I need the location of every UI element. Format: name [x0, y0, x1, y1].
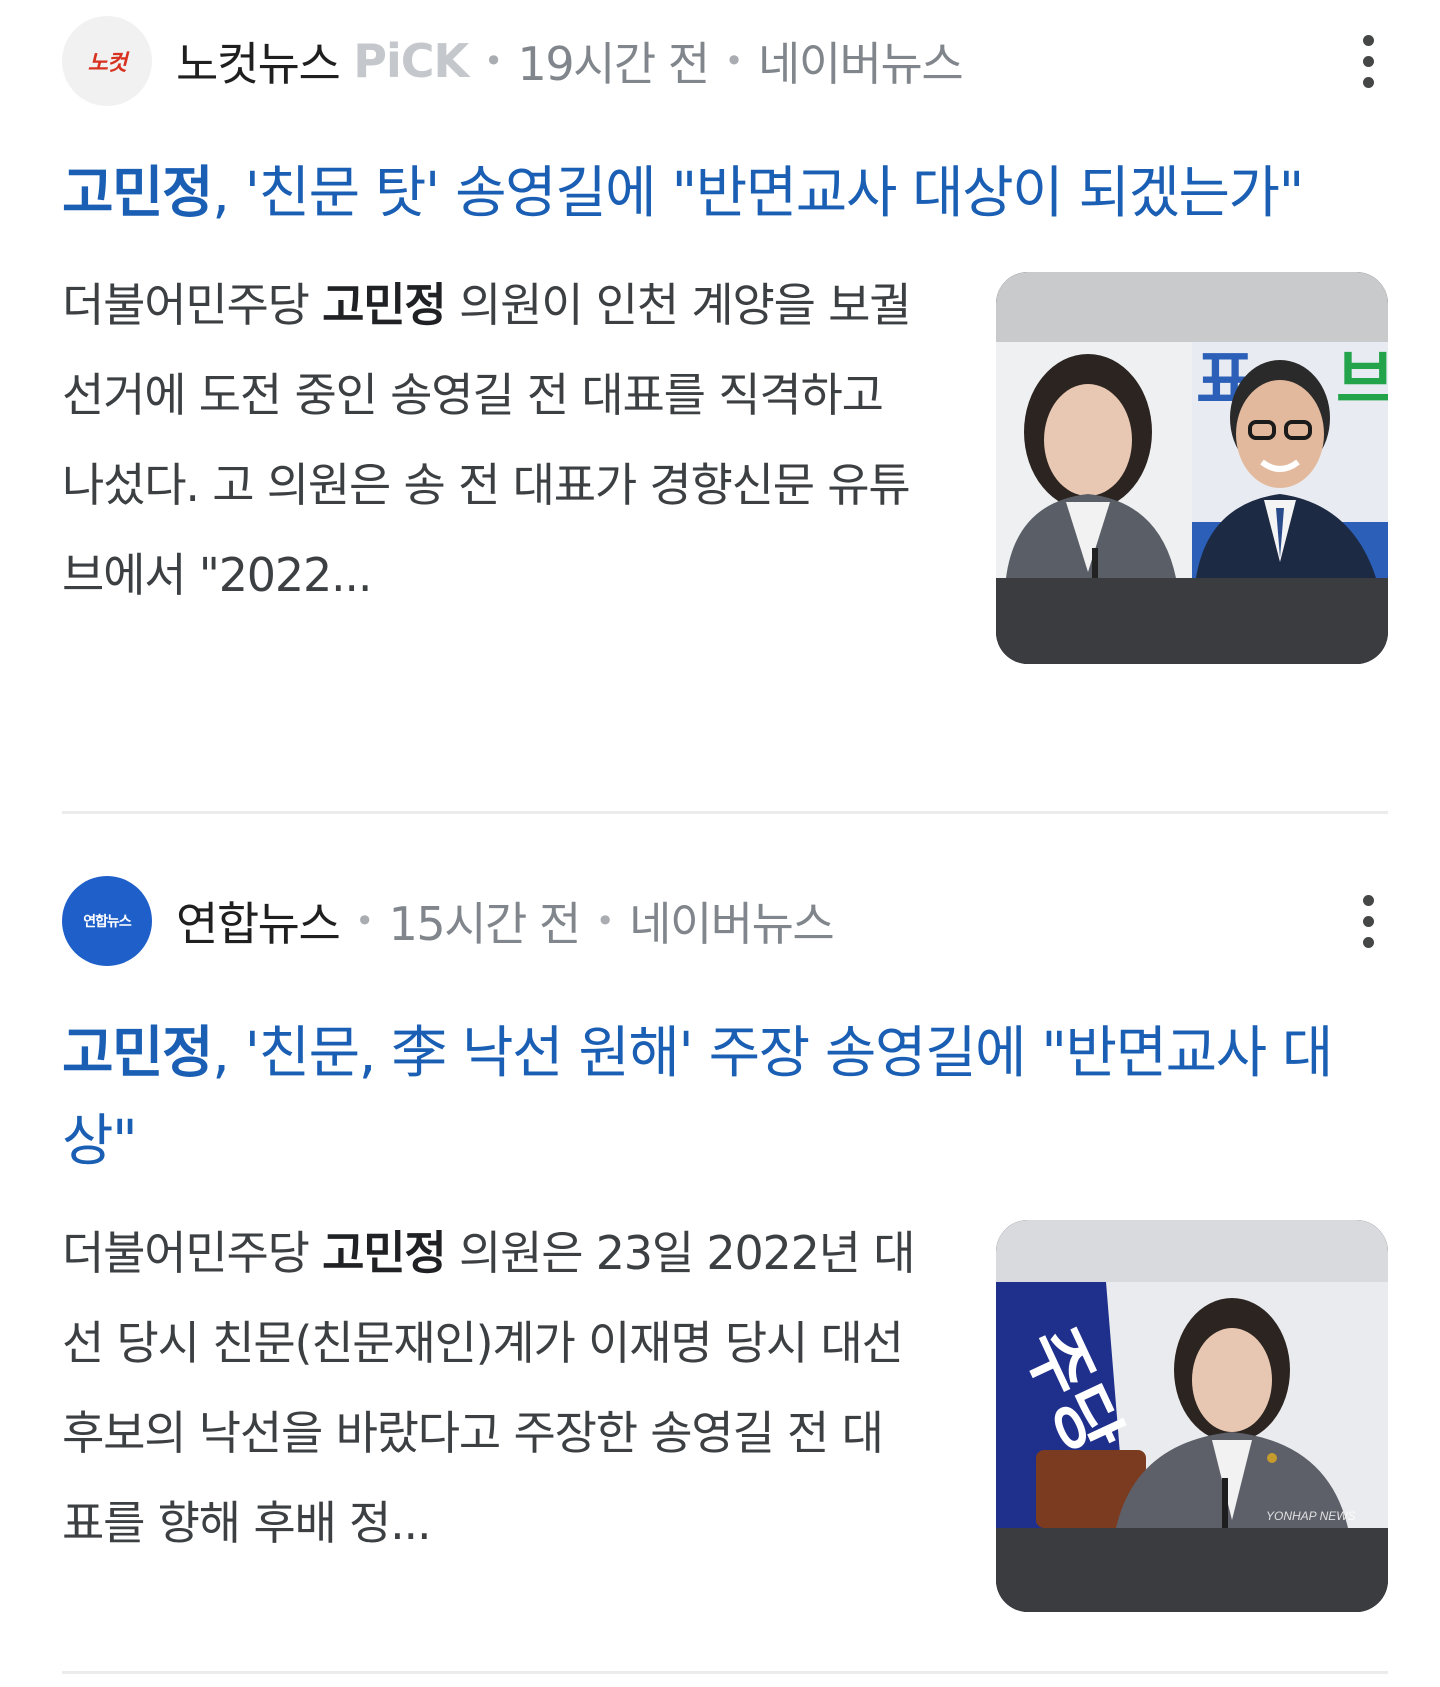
- article-divider: [62, 811, 1388, 814]
- platform-link[interactable]: 네이버뉴스: [758, 28, 964, 94]
- source-logo-text: 노컷: [87, 51, 127, 76]
- more-dot-icon: [1362, 894, 1374, 906]
- article-body: 더불어민주당 고민정 의원이 인천 계양을 보궐선거에 도전 중인 송영길 전 …: [62, 272, 1388, 664]
- more-dot-icon: [1362, 936, 1374, 948]
- article-thumbnail[interactable]: 주당 YONHAP NEWS: [996, 1220, 1388, 1612]
- more-options-button[interactable]: [1348, 21, 1388, 101]
- thumbnail-image: 표 브: [996, 272, 1388, 664]
- platform-link[interactable]: 네이버뉴스: [629, 888, 835, 954]
- source-row: 노컷 노컷뉴스 PiCK • 19시간 전 • 네이버뉴스: [62, 12, 1388, 110]
- source-logo-text: 연합뉴스: [83, 914, 132, 930]
- source-logo[interactable]: 노컷: [62, 16, 152, 106]
- separator-dot: •: [355, 902, 374, 940]
- article-snippet: 더불어민주당 고민정 의원이 인천 계양을 보궐선거에 도전 중인 송영길 전 …: [62, 260, 922, 620]
- published-time: 19시간 전: [517, 37, 711, 91]
- headline-keyword: 고민정: [62, 1021, 214, 1086]
- news-card[interactable]: 노컷 노컷뉴스 PiCK • 19시간 전 • 네이버뉴스 고민정, '친문 탓…: [62, 12, 1388, 664]
- separator-dot: •: [595, 902, 615, 940]
- source-name[interactable]: 노컷뉴스: [176, 28, 341, 94]
- snippet-keyword: 고민정: [322, 1226, 447, 1280]
- source-meta: 노컷뉴스 PiCK • 19시간 전 • 네이버뉴스: [176, 28, 964, 94]
- source-name[interactable]: 연합뉴스: [176, 888, 341, 954]
- news-card[interactable]: 연합뉴스 연합뉴스 • 15시간 전 • 네이버뉴스 고민정, '친문, 李 낙…: [62, 872, 1388, 1612]
- snippet-text: 더불어민주당: [62, 278, 323, 332]
- article-body: 더불어민주당 고민정 의원은 23일 2022년 대선 당시 친문(친문재인)계…: [62, 1220, 1388, 1612]
- article-divider: [62, 1671, 1388, 1674]
- article-thumbnail[interactable]: 표 브: [996, 272, 1388, 664]
- separator-dot: •: [484, 42, 503, 80]
- source-logo[interactable]: 연합뉴스: [62, 876, 152, 966]
- more-dot-icon: [1362, 55, 1374, 67]
- headline-text: , '친문, 李 낙선 원해' 주장 송영길에 "반면교사 대상": [62, 1021, 1333, 1174]
- svg-text:브: 브: [1336, 344, 1388, 416]
- more-dot-icon: [1362, 34, 1374, 46]
- more-dot-icon: [1362, 76, 1374, 88]
- source-row: 연합뉴스 연합뉴스 • 15시간 전 • 네이버뉴스: [62, 872, 1388, 970]
- headline-link[interactable]: 고민정, '친문 탓' 송영길에 "반면교사 대상이 되겠는가": [62, 150, 1388, 238]
- thumbnail-watermark: YONHAP NEWS: [1266, 1509, 1356, 1523]
- published-time: 15시간 전: [388, 897, 582, 951]
- more-options-button[interactable]: [1348, 881, 1388, 961]
- headline-keyword: 고민정: [62, 161, 214, 226]
- headline-text: , '친문 탓' 송영길에 "반면교사 대상이 되겠는가": [212, 161, 1304, 226]
- separator-dot: •: [724, 42, 744, 80]
- more-dot-icon: [1362, 915, 1374, 927]
- source-meta: 연합뉴스 • 15시간 전 • 네이버뉴스: [176, 888, 835, 954]
- thumbnail-image: 주당 YONHAP NEWS: [996, 1220, 1388, 1612]
- headline-link[interactable]: 고민정, '친문, 李 낙선 원해' 주장 송영길에 "반면교사 대상": [62, 1010, 1388, 1186]
- pick-badge: PiCK: [353, 34, 469, 88]
- snippet-text: 더불어민주당: [62, 1226, 323, 1280]
- snippet-keyword: 고민정: [322, 278, 447, 332]
- article-snippet: 더불어민주당 고민정 의원은 23일 2022년 대선 당시 친문(친문재인)계…: [62, 1208, 922, 1568]
